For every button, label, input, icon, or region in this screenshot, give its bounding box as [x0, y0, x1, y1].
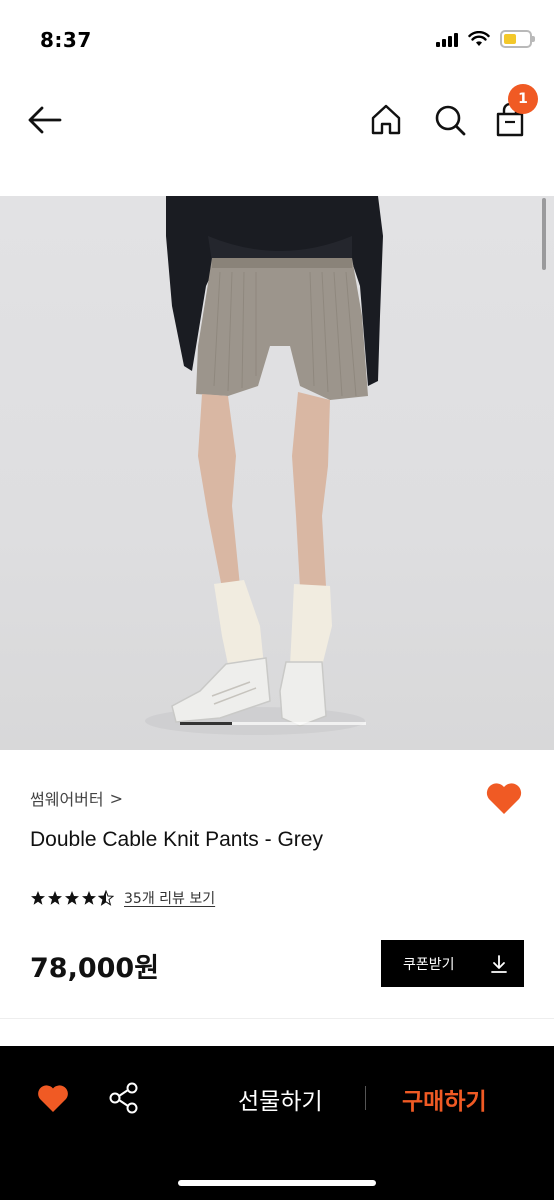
chevron-right-icon: > — [109, 788, 124, 808]
search-icon[interactable] — [430, 100, 470, 140]
status-icons — [436, 30, 535, 48]
star-rating — [30, 890, 114, 906]
coupon-button[interactable]: 쿠폰받기 — [381, 940, 524, 987]
battery-icon — [500, 30, 535, 48]
image-pager — [180, 722, 366, 725]
wishlist-heart-icon[interactable] — [36, 1082, 70, 1114]
brand-name: 썸웨어버터 — [30, 790, 104, 809]
gift-button[interactable]: 선물하기 — [238, 1082, 323, 1116]
arrow-left-icon[interactable] — [24, 100, 68, 140]
star-icon — [31, 891, 45, 905]
cart-count-badge: 1 — [508, 84, 538, 114]
cellular-signal-icon — [436, 31, 458, 47]
image-pager-active — [180, 722, 232, 725]
status-time: 8:37 — [40, 28, 92, 52]
coupon-button-label: 쿠폰받기 — [403, 956, 455, 973]
status-bar: 8:37 — [0, 0, 554, 80]
product-image[interactable] — [0, 196, 554, 750]
rating-row: 35개 리뷰 보기 — [30, 888, 215, 908]
section-divider — [0, 1018, 554, 1019]
scrollbar-thumb[interactable] — [542, 198, 546, 270]
star-icon — [65, 891, 79, 905]
buy-button[interactable]: 구매하기 — [402, 1082, 487, 1116]
product-photo — [145, 196, 383, 735]
top-nav — [0, 80, 554, 160]
product-title: Double Cable Knit Pants - Grey — [30, 828, 323, 851]
download-icon — [491, 954, 507, 973]
brand-link[interactable]: 썸웨어버터 > — [30, 786, 123, 810]
home-indicator[interactable] — [178, 1180, 376, 1186]
half-star-icon — [98, 890, 114, 906]
action-divider — [365, 1086, 366, 1110]
star-icon — [48, 891, 62, 905]
bottom-action-bar: 선물하기 구매하기 — [0, 1046, 554, 1200]
review-link[interactable]: 35개 리뷰 보기 — [124, 888, 215, 908]
star-icon — [82, 891, 96, 905]
product-price: 78,000원 — [30, 953, 160, 984]
wishlist-heart-icon[interactable] — [484, 780, 524, 816]
home-icon[interactable] — [366, 100, 406, 140]
share-icon[interactable] — [106, 1080, 142, 1116]
wifi-icon — [468, 31, 490, 46]
